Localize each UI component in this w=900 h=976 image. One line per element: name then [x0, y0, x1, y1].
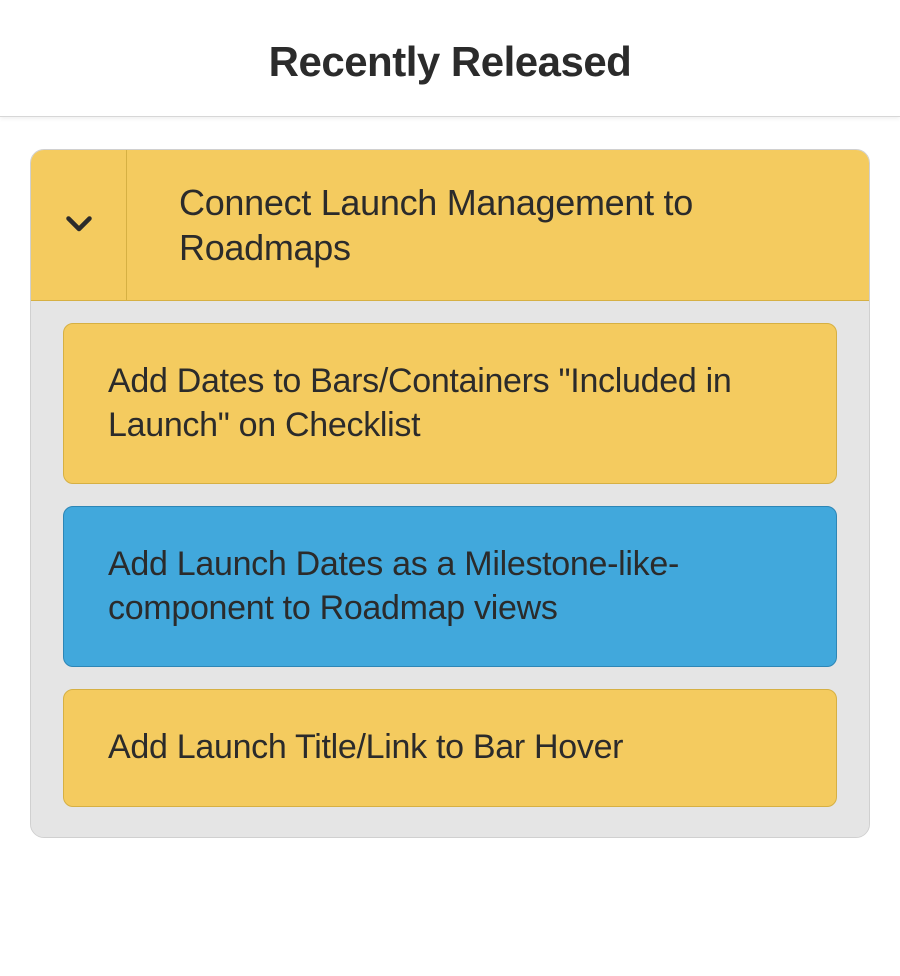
page-title: Recently Released [0, 38, 900, 86]
cards-list: Add Dates to Bars/Containers "Included i… [31, 301, 869, 837]
group-title: Connect Launch Management to Roadmaps [127, 150, 869, 300]
group-collapse-toggle[interactable] [31, 150, 127, 300]
group-panel: Connect Launch Management to Roadmaps Ad… [30, 149, 870, 838]
card-item[interactable]: Add Launch Dates as a Milestone-like-com… [63, 506, 837, 667]
card-item[interactable]: Add Launch Title/Link to Bar Hover [63, 689, 837, 807]
card-label: Add Launch Title/Link to Bar Hover [108, 728, 623, 766]
card-label: Add Launch Dates as a Milestone-like-com… [108, 545, 679, 627]
page-header: Recently Released [0, 0, 900, 117]
page-root: Recently Released Connect Launch Managem… [0, 0, 900, 976]
card-label: Add Dates to Bars/Containers "Included i… [108, 362, 731, 444]
card-item[interactable]: Add Dates to Bars/Containers "Included i… [63, 323, 837, 484]
group-header[interactable]: Connect Launch Management to Roadmaps [31, 150, 869, 301]
chevron-down-icon [61, 205, 97, 246]
